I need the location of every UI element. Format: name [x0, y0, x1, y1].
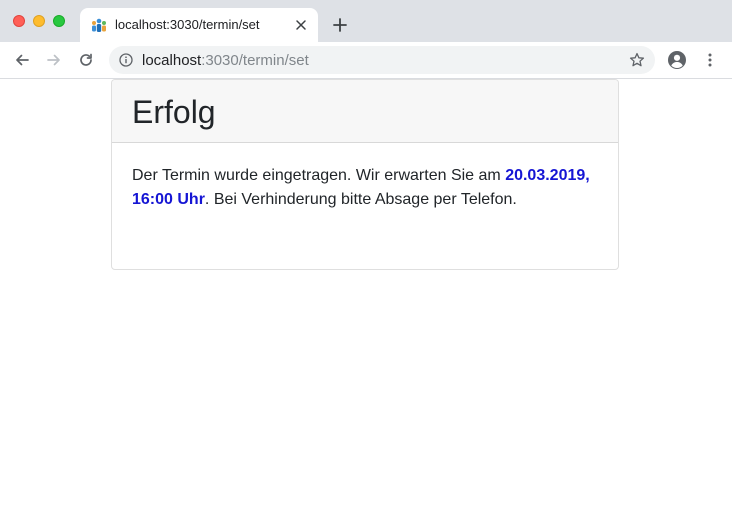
address-bar[interactable]: localhost:3030/termin/set	[109, 46, 655, 74]
star-icon[interactable]	[629, 52, 645, 68]
card-body: Der Termin wurde eingetragen. Wir erwart…	[112, 143, 618, 212]
window-close-button[interactable]	[13, 15, 25, 27]
browser-tab-active[interactable]: localhost:3030/termin/set	[80, 8, 318, 42]
window-minimize-button[interactable]	[33, 15, 45, 27]
kebab-menu-icon[interactable]	[699, 49, 721, 71]
url-host: localhost	[142, 52, 202, 69]
account-circle-icon[interactable]	[666, 49, 688, 71]
close-icon[interactable]	[292, 16, 310, 34]
card-title: Erfolg	[132, 94, 216, 130]
people-group-icon	[90, 16, 108, 34]
window-maximize-button[interactable]	[53, 15, 65, 27]
card-header: Erfolg	[112, 80, 618, 143]
confirmation-text-start: Der Termin wurde eingetragen. Wir erwart…	[132, 167, 506, 184]
browser-toolbar: localhost:3030/termin/set	[0, 42, 732, 79]
reload-icon[interactable]	[75, 49, 97, 71]
url-path: :3030/termin/set	[201, 52, 309, 69]
plus-icon[interactable]	[330, 15, 350, 35]
arrow-right-icon[interactable]	[43, 49, 65, 71]
url-text[interactable]: localhost:3030/termin/set	[142, 52, 309, 69]
browser-window: localhost:3030/termin/set localhost:3030…	[0, 0, 732, 515]
info-icon[interactable]	[119, 53, 133, 67]
arrow-left-icon[interactable]	[11, 49, 33, 71]
tab-strip: localhost:3030/termin/set	[0, 0, 732, 42]
tab-title: localhost:3030/termin/set	[115, 17, 260, 32]
confirmation-text-end: . Bei Verhinderung bitte Absage per Tele…	[204, 191, 517, 208]
success-card: Erfolg Der Termin wurde eingetragen. Wir…	[111, 79, 619, 270]
